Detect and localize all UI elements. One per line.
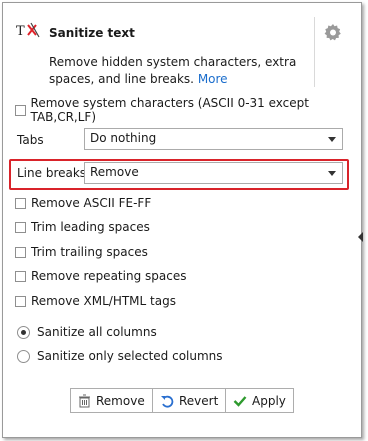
- remove-ascii-checkbox[interactable]: [15, 197, 26, 209]
- more-link[interactable]: More: [198, 72, 228, 86]
- trim-trailing-checkbox[interactable]: [15, 246, 26, 258]
- svg-text:T: T: [16, 24, 25, 39]
- trim-trailing-label: Trim trailing spaces: [31, 245, 148, 259]
- remove-xml-label: Remove XML/HTML tags: [31, 294, 176, 308]
- remove-xml-checkbox[interactable]: [15, 295, 26, 307]
- trim-leading-label: Trim leading spaces: [31, 220, 150, 234]
- tabs-select[interactable]: Do nothing: [84, 128, 343, 150]
- trim-leading-checkbox[interactable]: [15, 221, 26, 233]
- line-breaks-select[interactable]: Remove: [84, 162, 343, 184]
- panel-title: Sanitize text: [49, 26, 135, 40]
- remove-system-chars-checkbox[interactable]: [15, 104, 26, 116]
- remove-repeating-label: Remove repeating spaces: [31, 269, 187, 283]
- sanitize-selected-columns-radio[interactable]: [17, 349, 30, 363]
- sanitize-all-columns-option[interactable]: Sanitize all columns: [17, 324, 157, 340]
- remove-button[interactable]: Remove: [70, 388, 153, 413]
- undo-icon: [161, 395, 174, 408]
- sanitize-selected-columns-label: Sanitize only selected columns: [37, 349, 223, 363]
- remove-xml-option[interactable]: Remove XML/HTML tags: [15, 293, 176, 309]
- remove-repeating-checkbox[interactable]: [15, 270, 26, 282]
- header-divider: [314, 17, 315, 87]
- sanitize-text-panel: T Sanitize text Remove hidden system cha…: [2, 2, 363, 438]
- revert-button-label: Revert: [179, 393, 219, 408]
- gear-icon[interactable]: [323, 22, 343, 42]
- trim-trailing-option[interactable]: Trim trailing spaces: [15, 244, 148, 260]
- tabs-label: Tabs: [17, 133, 44, 147]
- sanitize-selected-columns-option[interactable]: Sanitize only selected columns: [17, 348, 223, 364]
- remove-system-chars-option[interactable]: Remove system characters (ASCII 0-31 exc…: [15, 96, 361, 124]
- revert-button[interactable]: Revert: [152, 388, 227, 413]
- description-text: Remove hidden system characters, extra s…: [49, 55, 297, 86]
- panel-description: Remove hidden system characters, extra s…: [49, 54, 309, 88]
- tabs-select-value: Do nothing: [90, 131, 157, 145]
- chevron-down-icon: [328, 171, 336, 176]
- apply-button[interactable]: Apply: [225, 388, 294, 413]
- line-breaks-select-value: Remove: [90, 165, 139, 179]
- checkmark-icon: [233, 395, 247, 407]
- remove-button-label: Remove: [96, 393, 145, 408]
- expand-arrow-icon[interactable]: [358, 232, 363, 242]
- apply-button-label: Apply: [252, 393, 286, 408]
- trash-icon: [79, 394, 90, 407]
- sanitize-all-columns-radio[interactable]: [17, 325, 30, 339]
- trim-leading-option[interactable]: Trim leading spaces: [15, 219, 150, 235]
- app-icon: T: [16, 22, 40, 39]
- remove-repeating-option[interactable]: Remove repeating spaces: [15, 268, 186, 284]
- remove-ascii-option[interactable]: Remove ASCII FE-FF: [15, 195, 151, 211]
- remove-ascii-label: Remove ASCII FE-FF: [31, 196, 152, 210]
- chevron-down-icon: [328, 137, 336, 142]
- sanitize-all-columns-label: Sanitize all columns: [37, 325, 157, 339]
- line-breaks-label: Line breaks: [17, 166, 87, 180]
- remove-system-chars-label: Remove system characters (ASCII 0-31 exc…: [30, 96, 309, 124]
